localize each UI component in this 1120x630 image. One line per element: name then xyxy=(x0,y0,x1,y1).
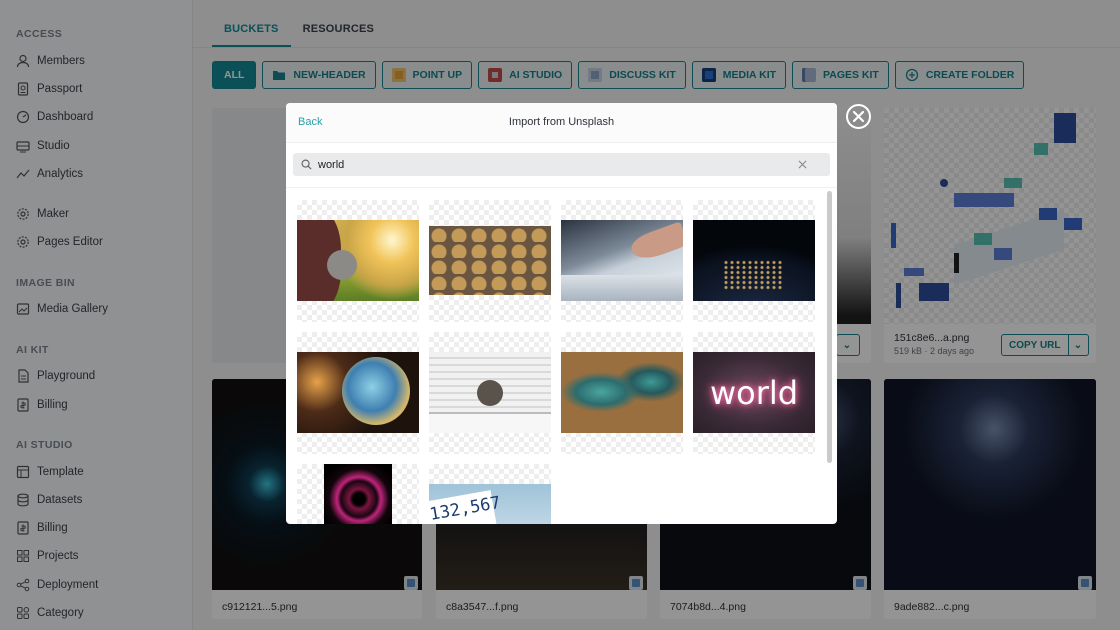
world-data-chart-photo: 132,567 xyxy=(429,484,551,524)
results-grid: world 132,567 xyxy=(286,187,837,524)
unsplash-import-dialog: Back Import from Unsplash world world 13… xyxy=(286,103,837,524)
result-image[interactable] xyxy=(693,200,815,322)
result-image[interactable] xyxy=(561,332,683,454)
chart-number-text: 132,567 xyxy=(429,490,502,524)
result-image[interactable] xyxy=(561,200,683,322)
tablet-stylus-photo xyxy=(561,220,683,301)
globe-bokeh-photo xyxy=(297,352,419,433)
search-input[interactable] xyxy=(318,158,798,171)
result-image[interactable]: 132,567 xyxy=(429,464,551,524)
result-image[interactable] xyxy=(297,464,419,524)
result-image[interactable] xyxy=(429,200,551,322)
result-image[interactable] xyxy=(429,332,551,454)
result-image[interactable]: world xyxy=(693,332,815,454)
soccer-ball-sunset-photo xyxy=(297,220,419,301)
result-image[interactable] xyxy=(297,332,419,454)
clear-icon[interactable] xyxy=(798,160,807,169)
neon-sign-text: world xyxy=(709,374,799,412)
vintage-map-photo xyxy=(561,352,683,433)
close-circle-icon[interactable] xyxy=(845,103,872,130)
globe-desk-photo xyxy=(429,352,551,433)
earth-night-lights-photo xyxy=(693,220,815,301)
coins-photo xyxy=(429,226,551,295)
search-icon xyxy=(301,159,312,170)
dialog-title: Import from Unsplash xyxy=(508,116,615,128)
world-neon-sign-photo: world xyxy=(693,352,815,433)
result-image[interactable] xyxy=(297,200,419,322)
dialog-header: Back Import from Unsplash xyxy=(286,103,837,143)
results-scrollbar[interactable] xyxy=(827,191,832,463)
search-bar xyxy=(293,153,830,176)
purple-light-swirl-photo xyxy=(324,464,392,524)
